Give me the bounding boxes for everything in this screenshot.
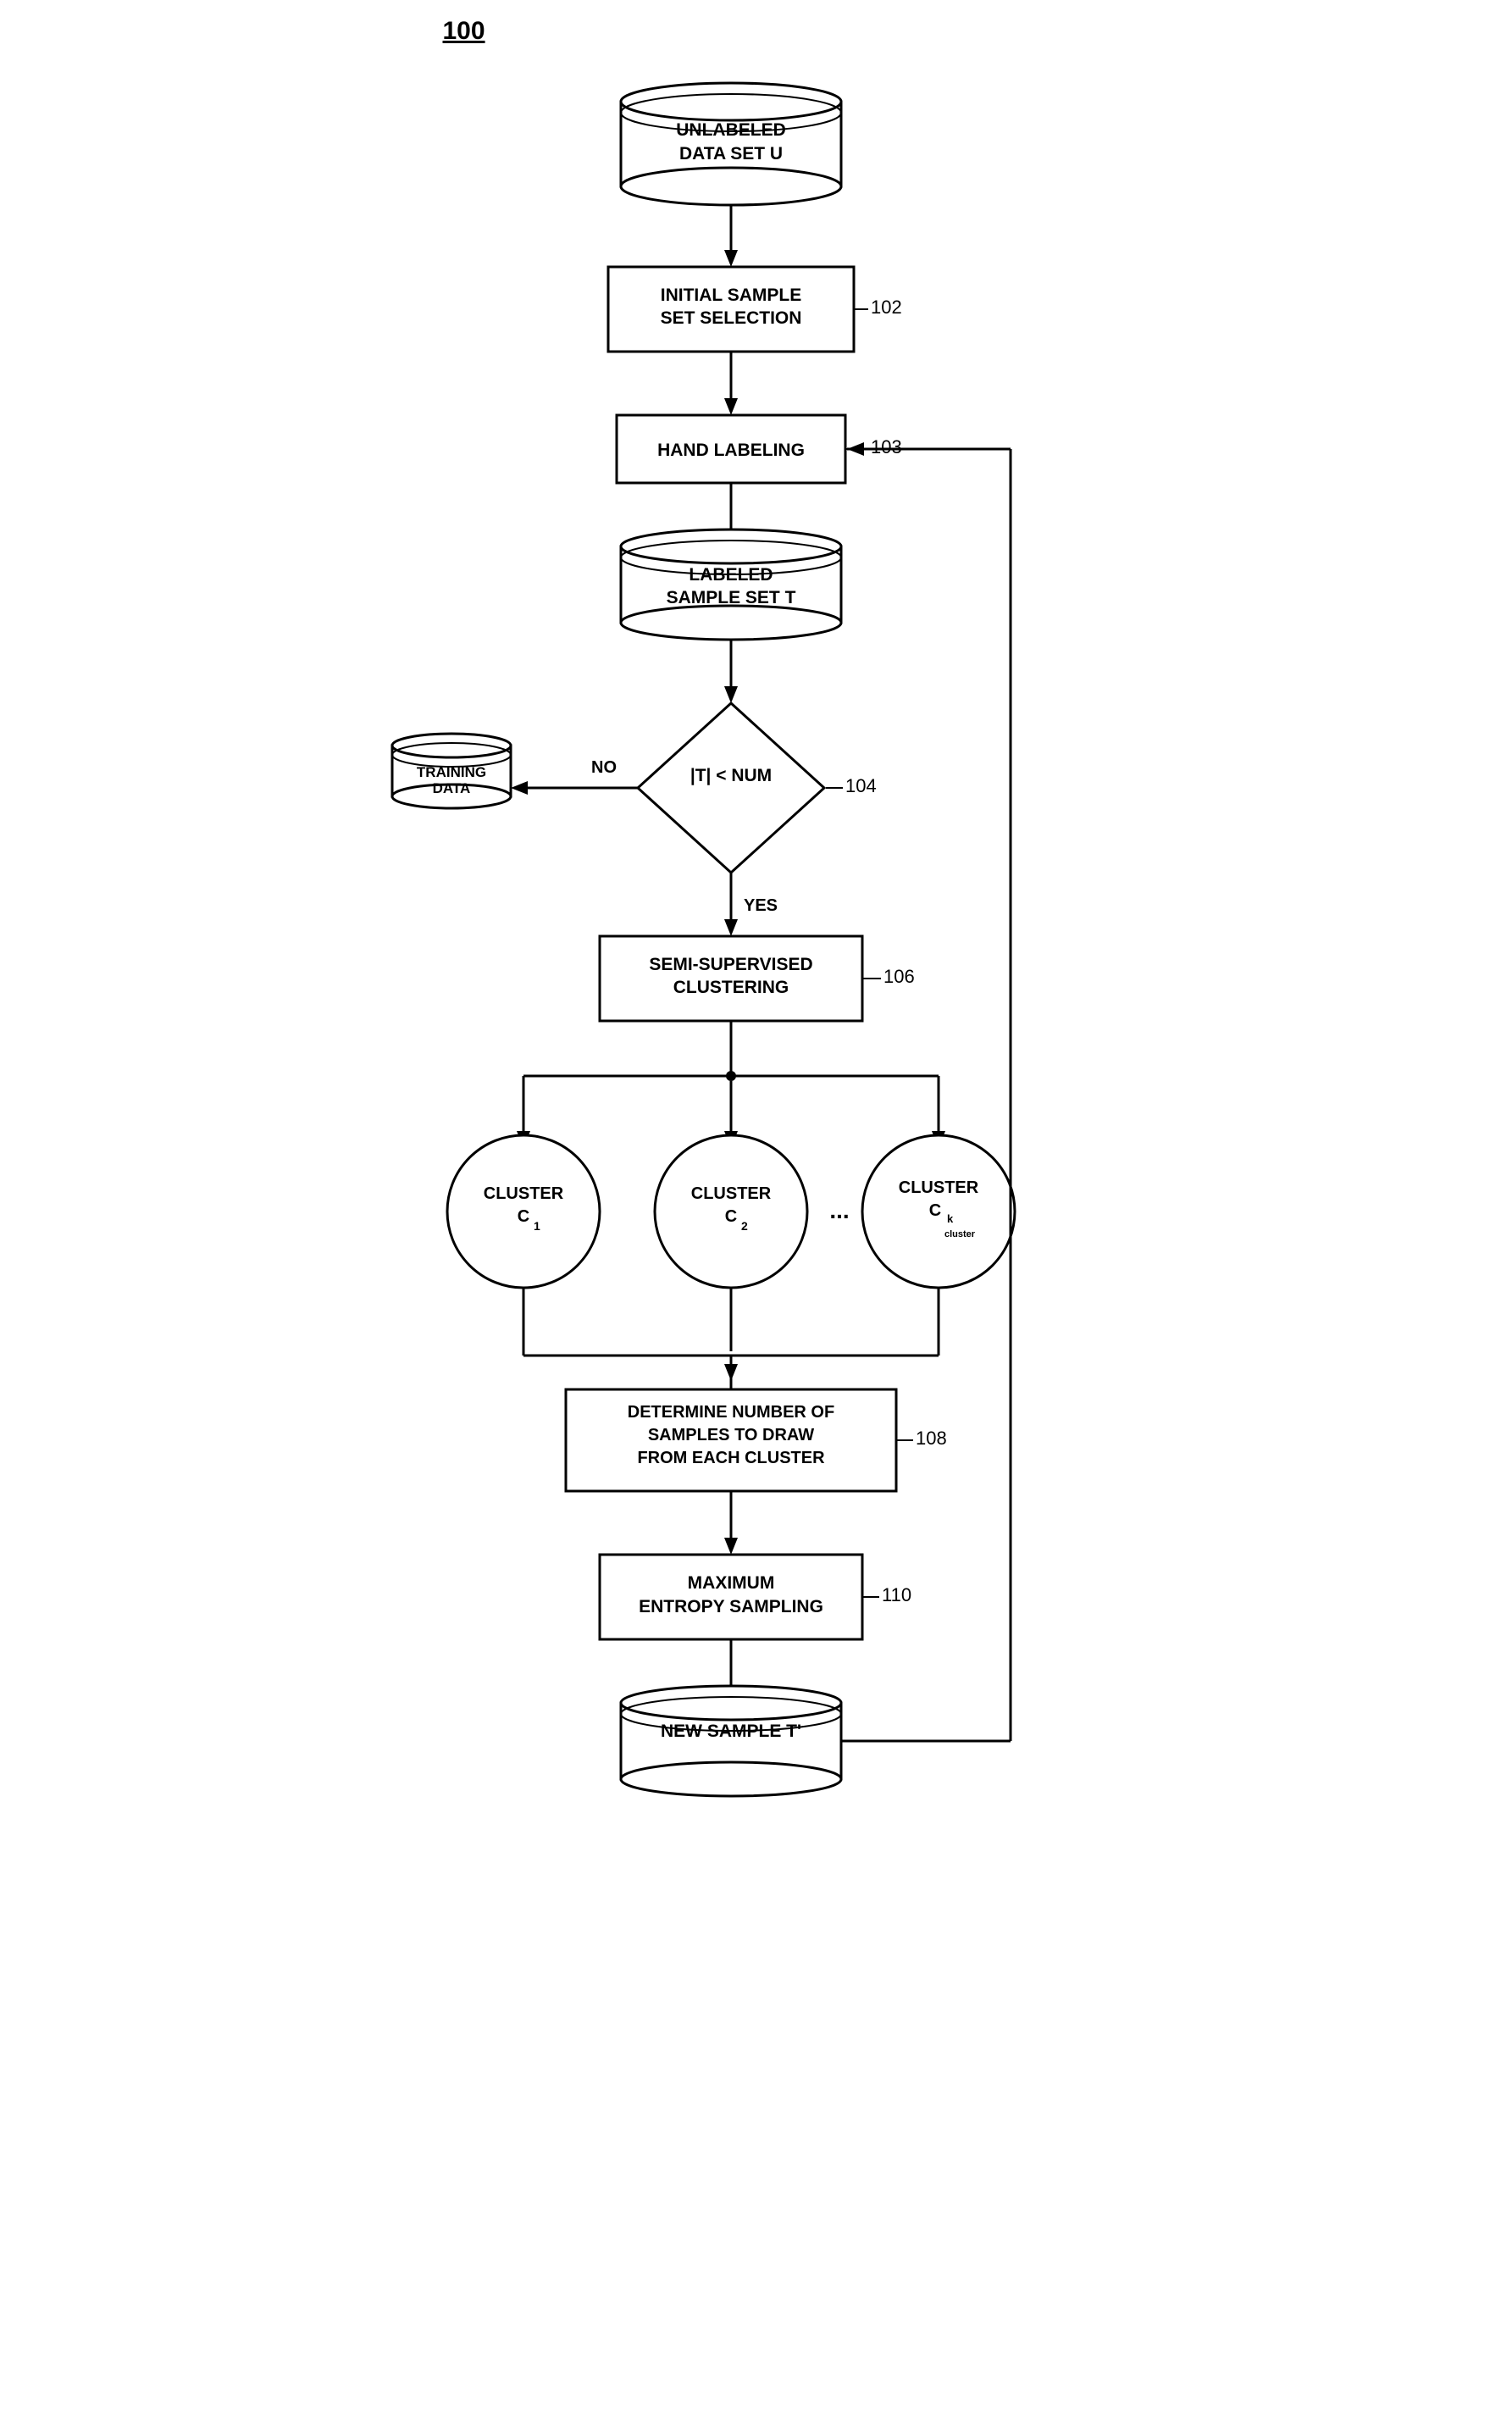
yes-label: YES: [744, 896, 778, 915]
no-label: NO: [591, 758, 617, 777]
training-data-text2: DATA: [432, 780, 470, 796]
clusterk-text: CLUSTER: [898, 1178, 978, 1197]
cluster1-subsub: 1: [534, 1219, 540, 1233]
clusterk-sub: C: [928, 1201, 940, 1220]
unlabeled-text2: DATA SET U: [678, 144, 782, 164]
determine-text3: FROM EACH CLUSTER: [637, 1449, 825, 1467]
hand-labeling-text: HAND LABELING: [657, 441, 805, 460]
step-104: 104: [845, 775, 877, 796]
step-102: 102: [871, 297, 902, 318]
labeled-sample-text2: SAMPLE SET T: [666, 588, 795, 607]
ellipsis: ...: [829, 1197, 849, 1223]
max-entropy-text2: ENTROPY SAMPLING: [639, 1597, 823, 1616]
new-sample-text: NEW SAMPLE T': [661, 1722, 801, 1741]
unlabeled-text: UNLABELED: [676, 120, 786, 140]
cluster1-text: CLUSTER: [483, 1184, 563, 1203]
initial-sample-text: INITIAL SAMPLE: [660, 286, 800, 305]
labeled-sample-text: LABELED: [689, 565, 773, 585]
cluster2-sub: C: [724, 1207, 736, 1226]
step-110: 110: [882, 1584, 911, 1605]
initial-sample-text2: SET SELECTION: [660, 308, 801, 328]
determine-text: DETERMINE NUMBER OF: [627, 1403, 834, 1422]
decision-text: |T| < NUM: [690, 766, 771, 785]
flowchart-svg: UNLABELED DATA SET U INITIAL SAMPLE SET …: [375, 51, 1138, 2381]
training-data-text: TRAINING: [416, 764, 485, 780]
step-106: 106: [883, 966, 915, 987]
step-108: 108: [916, 1428, 947, 1449]
ref-label: 100: [443, 17, 485, 46]
clusterk-subsub: k: [947, 1212, 954, 1225]
cluster1-sub: C: [517, 1207, 529, 1226]
diagram-container: 100 UNLABELED DATA SET U INITIAL SAMPLE …: [375, 51, 1138, 2385]
semi-supervised-text2: CLUSTERING: [673, 978, 789, 997]
cluster2-subsub: 2: [741, 1219, 748, 1233]
clusterk-subsub2: cluster: [944, 1229, 976, 1239]
determine-text2: SAMPLES TO DRAW: [647, 1426, 813, 1444]
cluster2-text: CLUSTER: [690, 1184, 771, 1203]
max-entropy-text: MAXIMUM: [687, 1573, 774, 1593]
semi-supervised-text: SEMI-SUPERVISED: [649, 955, 812, 974]
step-103: 103: [871, 436, 902, 457]
